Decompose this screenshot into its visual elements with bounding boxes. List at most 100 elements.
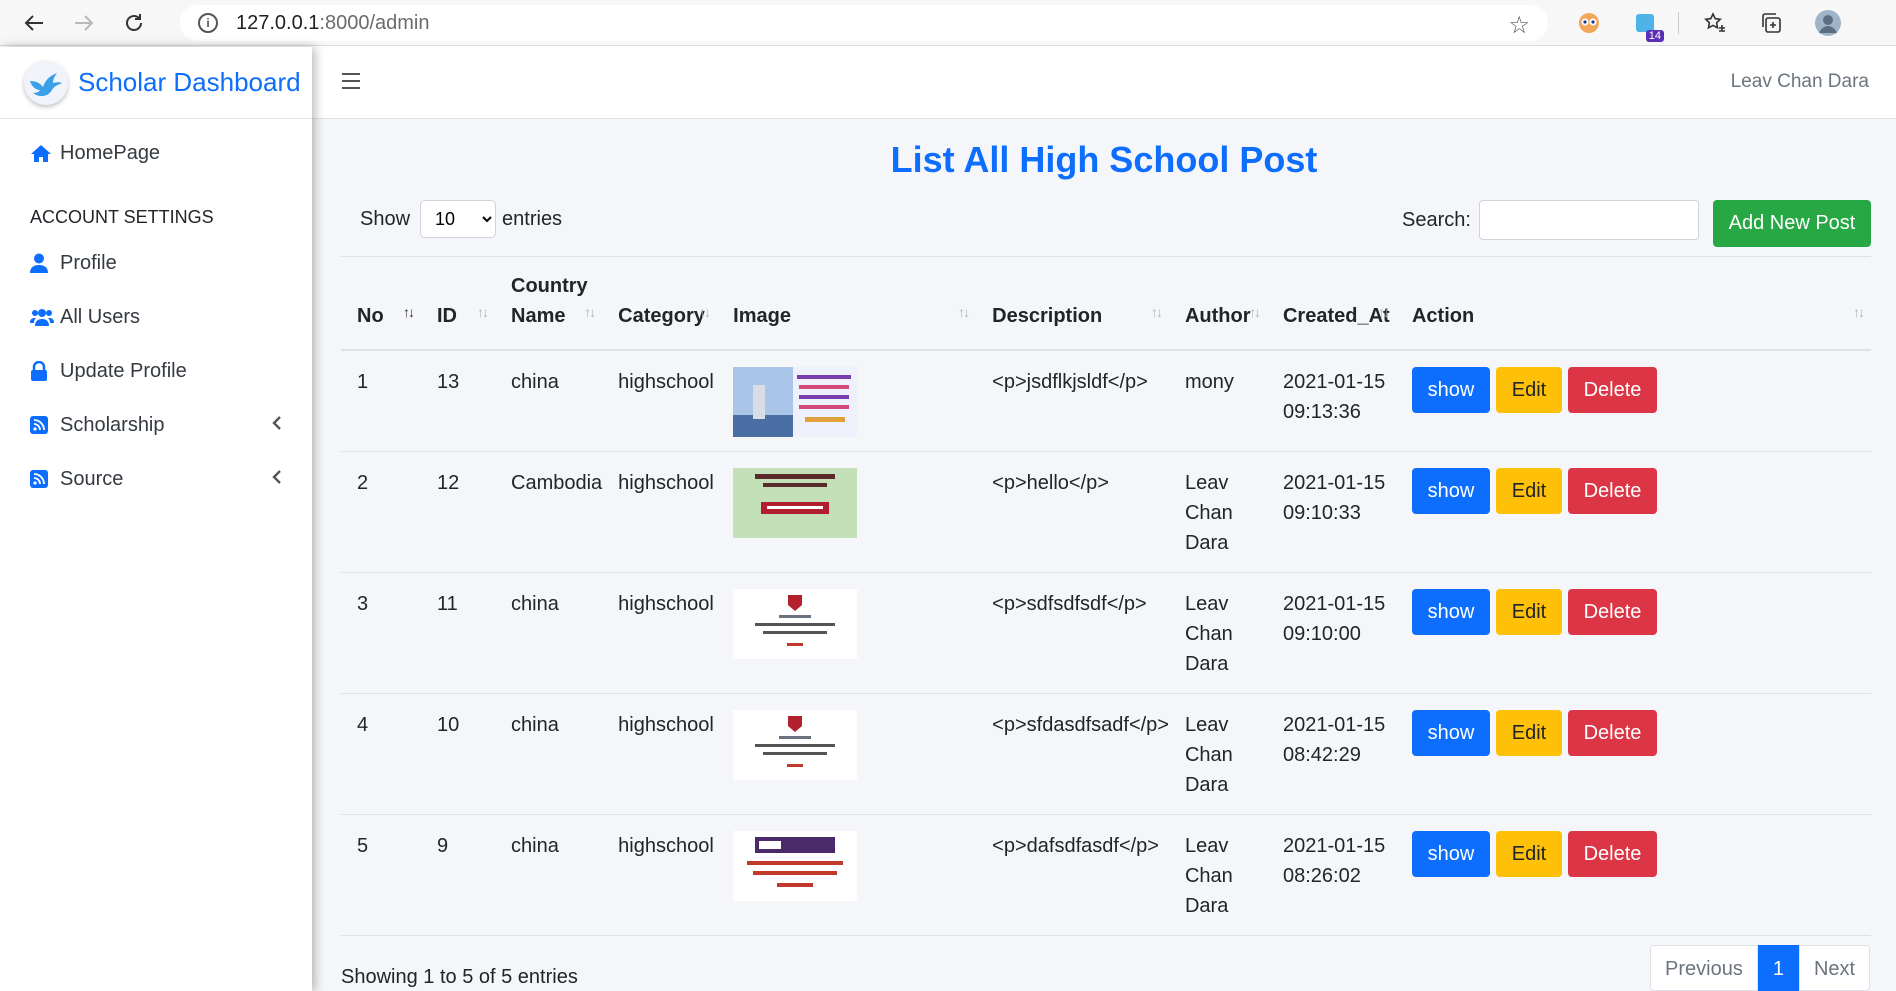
delete-button[interactable]: Delete	[1567, 589, 1657, 635]
reload-icon[interactable]	[118, 7, 150, 39]
entries-per-page-select[interactable]: 10	[420, 200, 497, 238]
cell-country: china	[495, 814, 603, 936]
address-bar[interactable]: i 127.0.0.1:8000/admin ☆	[180, 5, 1548, 41]
sort-icon: ↑↓	[699, 303, 711, 320]
dove-logo-icon	[24, 60, 68, 105]
extension-puzzle-icon[interactable]: 14	[1630, 8, 1664, 42]
current-user-name[interactable]: Leav Chan Dara	[1731, 71, 1869, 93]
table-row: 2 12 Cambodia highschool <p>hello</p> Le…	[341, 451, 1871, 573]
cell-created-at: 2021-01-15 09:10:00	[1266, 572, 1396, 694]
sidebar: Scholar Dashboard HomePage ACCOUNT SETTI…	[0, 47, 312, 991]
cell-category: highschool	[602, 572, 718, 694]
post-thumbnail-image[interactable]	[733, 710, 858, 780]
show-button[interactable]: show	[1411, 710, 1490, 756]
sidebar-item-label: Source	[60, 467, 124, 490]
column-header-action[interactable]: Action ↑↓	[1395, 256, 1871, 351]
cell-image	[717, 814, 977, 936]
favorites-icon[interactable]	[1700, 8, 1730, 38]
delete-button[interactable]: Delete	[1567, 831, 1657, 877]
cell-id: 11	[421, 572, 495, 694]
post-thumbnail-image[interactable]	[733, 831, 858, 901]
column-header-description[interactable]: Description ↑↓	[976, 256, 1169, 351]
edit-button[interactable]: Edit	[1495, 468, 1562, 514]
sidebar-item-scholarship[interactable]: Scholarship	[0, 398, 312, 452]
page-title: List All High School Post	[890, 139, 1318, 180]
pagination-previous[interactable]: Previous	[1650, 945, 1758, 991]
menu-toggle-icon[interactable]	[342, 73, 360, 89]
show-button[interactable]: show	[1411, 589, 1490, 635]
url-path: :8000/admin	[319, 11, 430, 34]
pagination-page-1[interactable]: 1	[1757, 945, 1799, 991]
sort-icon: ↑↓	[958, 303, 970, 320]
cell-description: <p>dafsdfasdf</p>	[976, 814, 1169, 936]
add-favorite-icon[interactable]: ☆	[1508, 11, 1530, 40]
column-label: Category	[618, 304, 705, 327]
cell-image	[717, 572, 977, 694]
show-button[interactable]: show	[1411, 366, 1490, 413]
profile-avatar-icon[interactable]	[1813, 8, 1843, 38]
cell-image	[717, 349, 977, 452]
cell-id: 9	[421, 814, 495, 936]
collections-icon[interactable]	[1756, 8, 1786, 38]
back-icon[interactable]	[18, 7, 50, 39]
show-label: Show	[360, 207, 411, 230]
post-thumbnail-image[interactable]	[733, 589, 858, 659]
column-header-no[interactable]: No ↑↓	[341, 256, 421, 351]
posts-table: No ↑↓ ID ↑↓ Country Name ↑↓ Category ↑↓ Imag…	[341, 256, 1871, 936]
post-thumbnail-image[interactable]	[733, 366, 858, 437]
cell-description: <p>sdfsdfsdf</p>	[976, 572, 1169, 694]
column-label: Author	[1184, 304, 1251, 327]
sidebar-item-label: Update Profile	[60, 359, 187, 382]
delete-button[interactable]: Delete	[1567, 468, 1657, 514]
add-new-post-button[interactable]: Add New Post	[1713, 200, 1871, 247]
edit-button[interactable]: Edit	[1495, 831, 1562, 877]
show-button[interactable]: show	[1411, 831, 1490, 877]
cell-category: highschool	[602, 693, 718, 815]
cell-id: 13	[421, 349, 495, 452]
cell-created-at: 2021-01-15 08:26:02	[1266, 814, 1396, 936]
search-input[interactable]	[1478, 200, 1699, 240]
sidebar-item-update-profile[interactable]: Update Profile	[0, 344, 312, 398]
edit-button[interactable]: Edit	[1495, 710, 1562, 756]
sidebar-item-all-users[interactable]: All Users	[0, 290, 312, 344]
extension-owl-icon[interactable]	[1574, 8, 1604, 38]
cell-country: china	[495, 572, 603, 694]
column-header-image[interactable]: Image ↑↓	[717, 256, 977, 351]
cell-actions: show Edit Delete	[1395, 693, 1871, 815]
sort-icon: ↑↓	[403, 303, 415, 320]
sort-icon: ↑↓	[477, 303, 489, 320]
site-info-icon[interactable]: i	[198, 13, 218, 33]
cell-author: Leav Chan Dara	[1168, 814, 1267, 936]
sidebar-item-homepage[interactable]: HomePage	[0, 126, 312, 180]
cell-created-at: 2021-01-15 09:10:33	[1266, 451, 1396, 573]
column-header-id[interactable]: ID ↑↓	[421, 256, 495, 351]
sidebar-item-profile[interactable]: Profile	[0, 236, 312, 290]
forward-icon[interactable]	[68, 7, 100, 39]
table-row: 4 10 china highschool <p>sfdasdfsadf</p>…	[341, 693, 1871, 815]
show-button[interactable]: show	[1411, 468, 1490, 514]
sidebar-item-source[interactable]: Source	[0, 452, 312, 506]
sort-icon: ↑↓	[1377, 303, 1390, 320]
entries-length-control: Show 10 entries	[360, 200, 562, 238]
column-header-author[interactable]: Author ↑↓	[1168, 256, 1267, 351]
column-header-category[interactable]: Category ↑↓	[602, 256, 718, 351]
edit-button[interactable]: Edit	[1495, 589, 1562, 635]
column-header-country-name[interactable]: Country Name ↑↓	[495, 256, 603, 351]
delete-button[interactable]: Delete	[1567, 710, 1657, 756]
delete-button[interactable]: Delete	[1567, 366, 1657, 413]
sort-icon: ↑↓	[1853, 303, 1865, 320]
cell-no: 3	[341, 572, 421, 694]
cell-no: 4	[341, 693, 421, 815]
brand[interactable]: Scholar Dashboard	[0, 47, 312, 119]
cell-id: 12	[421, 451, 495, 573]
chevron-left-icon	[272, 469, 282, 490]
column-header-created-at[interactable]: Created_At ↑↓	[1266, 256, 1396, 351]
column-label: Action	[1411, 304, 1475, 327]
column-label: ID	[437, 304, 457, 327]
post-thumbnail-image[interactable]	[733, 468, 858, 538]
pagination-next[interactable]: Next	[1798, 945, 1871, 991]
rss-icon	[30, 470, 56, 488]
edit-button[interactable]: Edit	[1495, 366, 1562, 413]
home-icon	[30, 143, 56, 163]
cell-description: <p>jsdflkjsldf</p>	[976, 349, 1169, 452]
